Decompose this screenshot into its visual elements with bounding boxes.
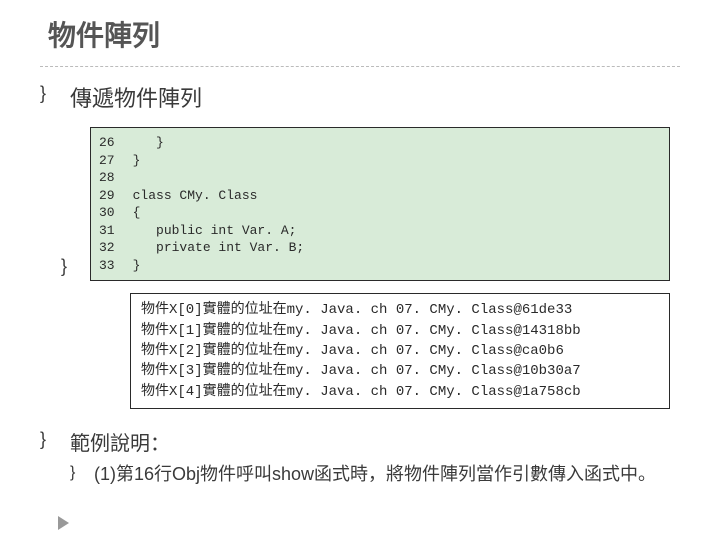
bullet-icon: } [61,254,67,278]
bullet-icon: } [40,429,46,450]
code-block: } 26 27 28 29 30 31 32 33 } } class CMy.… [90,127,670,281]
section-pass-array: } 傳遞物件陣列 } 26 27 28 29 30 31 32 33 } } c… [0,81,720,409]
footer-item-text: (1)第16行Obj物件呼叫show函式時，將物件陣列當作引數傳入函式中。 [94,464,656,484]
footer-section: } 範例說明： } (1)第16行Obj物件呼叫show函式時，將物件陣列當作引… [0,409,720,487]
output-block: 物件X[0]實體的位址在my. Java. ch 07. CMy. Class@… [130,293,670,408]
bullet-icon: } [40,83,46,104]
slide-title: 物件陣列 [0,0,720,62]
bullet-icon: } [70,462,75,484]
footer-item: } (1)第16行Obj物件呼叫show函式時，將物件陣列當作引數傳入函式中。 [70,462,680,487]
code-lines: } } class CMy. Class { public int Var. A… [133,134,305,274]
divider [40,66,680,67]
section-subtitle: 傳遞物件陣列 [70,81,680,113]
code-line-numbers: 26 27 28 29 30 31 32 33 [99,134,133,274]
next-arrow-icon [58,516,69,530]
footer-heading: 範例說明： [70,427,680,456]
